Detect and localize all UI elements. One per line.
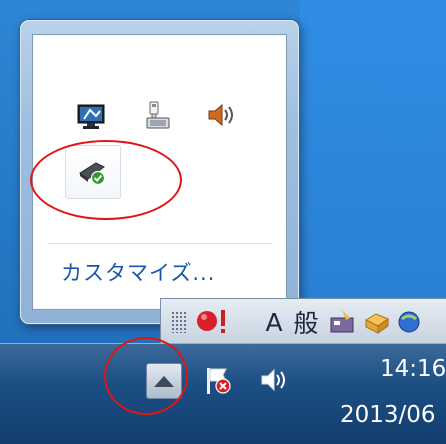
toolbox-icon	[364, 313, 390, 334]
usb-safely-remove-icon	[79, 162, 106, 186]
tray-icon-network[interactable]	[131, 89, 183, 141]
volume-icon	[261, 368, 285, 392]
ime-mode-button[interactable]: 般	[289, 306, 323, 338]
language-bar: A 般	[160, 298, 446, 344]
language-bar-grip[interactable]	[171, 311, 187, 333]
overflow-panel-content: カスタマイズ...	[32, 34, 287, 310]
network-icon	[146, 101, 170, 129]
tray-icon-safely-remove[interactable]	[65, 145, 121, 199]
ime-tool-button[interactable]	[361, 306, 393, 338]
taskbar-volume-button[interactable]	[256, 362, 292, 398]
clock-time[interactable]: 14:16	[380, 356, 446, 392]
display-settings-icon	[77, 104, 105, 129]
input-mode-label: A	[265, 307, 283, 337]
show-hidden-icons-button[interactable]	[146, 363, 182, 399]
input-mode-button[interactable]: A	[259, 306, 289, 338]
ime-status-button[interactable]	[193, 306, 229, 338]
desktop-background	[300, 0, 446, 300]
tray-icon-grid	[33, 35, 286, 240]
tray-icon-volume[interactable]	[195, 89, 247, 141]
ime-pad-button[interactable]	[327, 306, 359, 338]
chevron-up-icon	[154, 376, 174, 387]
ime-pad-icon	[330, 310, 354, 333]
clock-date[interactable]: 2013/06	[340, 402, 446, 438]
ime-mode-label: 般	[293, 309, 319, 338]
volume-icon	[208, 103, 233, 127]
flag-error-icon	[207, 368, 231, 394]
tray-icon-display[interactable]	[65, 91, 117, 143]
globe-help-icon	[398, 311, 420, 333]
customize-link[interactable]: カスタマイズ...	[61, 257, 261, 293]
ime-status-icon	[197, 310, 225, 333]
ime-help-button[interactable]	[395, 306, 423, 338]
notification-overflow-panel: カスタマイズ...	[20, 20, 299, 324]
customize-divider	[47, 243, 272, 244]
action-center-button[interactable]	[200, 362, 236, 398]
